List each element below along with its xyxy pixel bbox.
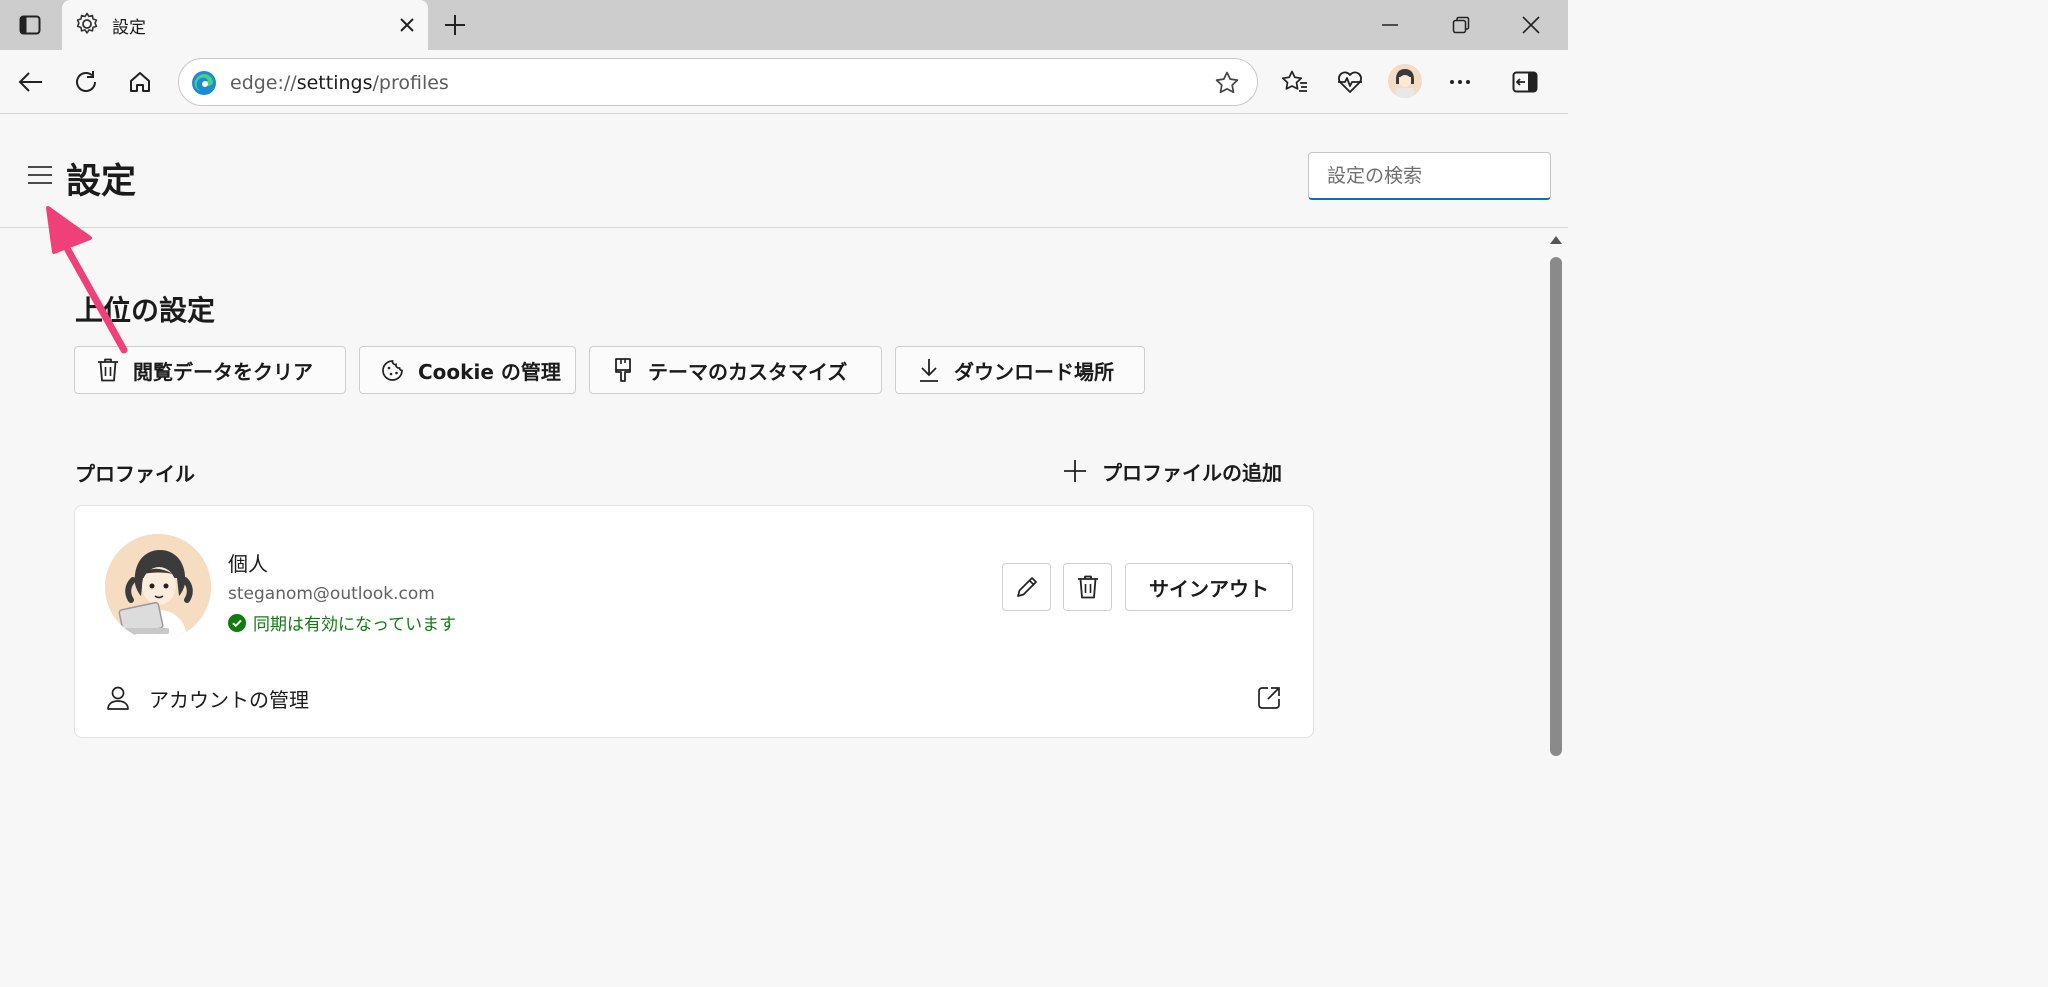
browser-toolbar: edge://settings/profiles (0, 50, 1568, 114)
top-settings-heading: 上位の設定 (75, 294, 216, 327)
clear-browsing-data-button[interactable]: 閲覧データをクリア (74, 346, 346, 394)
settings-search-input[interactable] (1308, 152, 1551, 200)
minimize-icon (1381, 23, 1399, 27)
plus-icon (444, 14, 466, 36)
chip-label: テーマのカスタマイズ (648, 359, 848, 384)
tab-strip: 設定 (0, 0, 1568, 50)
tab-close-icon[interactable] (394, 12, 420, 38)
external-link-icon[interactable] (1253, 682, 1285, 714)
favorites-button[interactable] (1277, 64, 1313, 100)
manage-account-link[interactable]: アカウントの管理 (105, 680, 309, 716)
cookie-icon (380, 357, 406, 383)
refresh-button[interactable] (68, 64, 104, 100)
performance-icon (1336, 69, 1364, 95)
pencil-icon (1015, 575, 1039, 599)
check-circle-icon (228, 613, 246, 632)
favorite-star-icon[interactable] (1213, 69, 1241, 97)
refresh-icon (73, 69, 99, 95)
tab-title: 設定 (112, 18, 146, 38)
minimize-button[interactable] (1370, 8, 1410, 42)
settings-header: 設定 (0, 115, 1568, 228)
page-title: 設定 (66, 162, 137, 202)
settings-content: 上位の設定 閲覧データをクリア Cookie の管理 テーマのカスタマイズ ダウ… (0, 229, 1545, 756)
close-window-button[interactable] (1511, 8, 1551, 42)
sign-out-button[interactable]: サインアウト (1125, 563, 1293, 611)
download-location-button[interactable]: ダウンロード場所 (895, 346, 1145, 394)
scroll-up-arrow-icon[interactable] (1549, 235, 1563, 245)
add-profile-label: プロファイルの追加 (1102, 460, 1282, 485)
gear-icon (74, 11, 100, 37)
profiles-heading: プロファイル (75, 462, 195, 486)
performance-button[interactable] (1332, 64, 1368, 100)
add-profile-button[interactable]: プロファイルの追加 (1060, 454, 1282, 488)
delete-profile-button[interactable] (1063, 563, 1112, 611)
new-tab-button[interactable] (440, 10, 470, 40)
sync-status-text: 同期は有効になっています (253, 615, 457, 635)
profile-name: 個人 (228, 552, 268, 576)
profile-avatar[interactable] (1388, 64, 1422, 98)
profile-picture (105, 534, 211, 640)
chip-label: Cookie の管理 (418, 359, 561, 384)
home-icon (128, 70, 152, 94)
profile-card: 個人 steganom@outlook.com 同期は有効になっています サイン… (74, 505, 1314, 738)
chip-label: ダウンロード場所 (954, 359, 1114, 384)
menu-button[interactable] (24, 160, 56, 190)
manage-account-label: アカウントの管理 (149, 687, 309, 712)
customize-theme-button[interactable]: テーマのカスタマイズ (589, 346, 882, 394)
profile-email: steganom@outlook.com (228, 584, 435, 604)
chip-label: 閲覧データをクリア (133, 359, 313, 384)
sidebar-toggle-button[interactable] (1507, 64, 1543, 100)
tab-settings[interactable]: 設定 (62, 0, 428, 50)
download-icon (916, 357, 942, 383)
manage-cookies-button[interactable]: Cookie の管理 (359, 346, 576, 394)
back-icon (18, 71, 44, 93)
person-icon (105, 685, 131, 711)
hamburger-icon (27, 165, 53, 185)
edge-logo-icon (191, 70, 217, 96)
restore-button[interactable] (1441, 8, 1481, 42)
edit-profile-button[interactable] (1002, 563, 1051, 611)
scroll-thumb[interactable] (1550, 257, 1562, 756)
home-button[interactable] (122, 64, 158, 100)
more-button[interactable] (1442, 64, 1478, 100)
sidebar-icon (1512, 71, 1538, 93)
more-icon (1449, 79, 1471, 85)
close-icon (1522, 16, 1540, 34)
trash-icon (1076, 574, 1100, 600)
tab-actions-icon (19, 15, 41, 35)
sync-status: 同期は有効になっています (228, 610, 456, 635)
scrollbar[interactable] (1545, 229, 1568, 756)
paintbrush-icon (610, 357, 636, 383)
restore-icon (1452, 16, 1470, 34)
tab-actions-button[interactable] (12, 12, 48, 38)
favorites-icon (1281, 69, 1309, 95)
url-text: edge://settings/profiles (230, 72, 449, 94)
back-button[interactable] (13, 64, 49, 100)
plus-icon (1060, 456, 1090, 486)
trash-icon (95, 357, 121, 383)
address-bar[interactable]: edge://settings/profiles (178, 58, 1258, 106)
